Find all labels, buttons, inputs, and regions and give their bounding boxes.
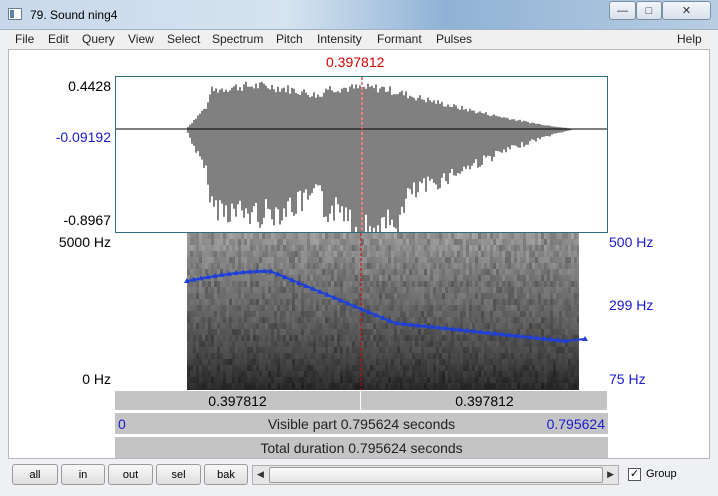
- waveform-graph: [116, 77, 607, 232]
- zoom-out-button[interactable]: out: [108, 464, 153, 485]
- menu-pulses[interactable]: Pulses: [436, 32, 472, 46]
- spectrogram-bottom-label: 0 Hz: [82, 371, 111, 387]
- minimize-button[interactable]: —: [609, 1, 636, 20]
- right-cursor-time[interactable]: 0.397812: [362, 391, 608, 410]
- maximize-icon: □: [645, 4, 653, 17]
- waveform-trace: [187, 81, 577, 232]
- pitch-mid-label: 299 Hz: [609, 297, 654, 313]
- menu-file[interactable]: File: [15, 32, 34, 46]
- spectrogram-top-label: 5000 Hz: [58, 234, 111, 250]
- waveform-min-label: -0.8967: [63, 212, 111, 228]
- window-title: 79. Sound ning4: [30, 8, 118, 22]
- menu-pitch[interactable]: Pitch: [276, 32, 303, 46]
- waveform-max-label: 0.4428: [68, 78, 111, 94]
- waveform-panel[interactable]: [115, 76, 608, 233]
- menu-spectrum[interactable]: Spectrum: [212, 32, 263, 46]
- close-icon: ✕: [681, 5, 692, 17]
- visible-part-row[interactable]: 0 Visible part 0.795624 seconds 0.795624: [115, 412, 608, 434]
- menu-help[interactable]: Help: [677, 32, 702, 46]
- waveform-value-label: -0.09192: [55, 129, 111, 145]
- zoom-all-button[interactable]: all: [12, 464, 58, 485]
- spectrogram-silence-right: [579, 233, 608, 390]
- menu-query[interactable]: Query: [82, 32, 115, 46]
- zoom-back-button[interactable]: bak: [204, 464, 248, 485]
- zoom-in-button[interactable]: in: [61, 464, 105, 485]
- menu-intensity[interactable]: Intensity: [317, 32, 362, 46]
- scroll-left-icon[interactable]: ◀: [257, 469, 264, 480]
- visible-part-label: Visible part 0.795624 seconds: [267, 416, 456, 432]
- zoom-selection-button[interactable]: sel: [156, 464, 201, 485]
- scroll-right-icon[interactable]: ▶: [607, 469, 614, 480]
- menu-edit[interactable]: Edit: [48, 32, 69, 46]
- pitch-top-label: 500 Hz: [609, 234, 654, 250]
- cursor-time-label: 0.397812: [326, 54, 385, 70]
- check-icon: ✓: [629, 468, 640, 480]
- bottom-toolbar: all in out sel bak ◀ ▶ ✓ Group: [8, 460, 710, 488]
- spectrogram-graph: [115, 233, 608, 390]
- pitch-bottom-label: 75 Hz: [609, 371, 646, 387]
- maximize-button[interactable]: □: [636, 1, 662, 20]
- spectrogram-fade: [115, 233, 608, 390]
- menu-bar: File Edit Query View Select Spectrum Pit…: [8, 30, 710, 48]
- group-checkbox[interactable]: ✓: [628, 468, 641, 481]
- horizontal-scrollbar[interactable]: ◀ ▶: [252, 465, 619, 485]
- menu-formant[interactable]: Formant: [377, 32, 422, 46]
- praat-window-icon: [8, 8, 22, 20]
- spectrogram-silence-left: [115, 233, 187, 390]
- sound-editor-canvas[interactable]: 0.397812 0.4428 -0.09192 -0.8967 5000 Hz…: [8, 49, 710, 459]
- close-button[interactable]: ✕: [662, 1, 711, 20]
- visible-end-time: 0.795624: [546, 416, 605, 432]
- menu-select[interactable]: Select: [167, 32, 200, 46]
- minimize-icon: —: [617, 4, 628, 17]
- group-label: Group: [646, 468, 677, 480]
- cursor-time-row: 0.397812 0.397812: [115, 390, 608, 410]
- title-bar: 79. Sound ning4 — □ ✕: [0, 0, 718, 30]
- total-duration-row[interactable]: Total duration 0.795624 seconds: [115, 436, 608, 458]
- total-duration-label: Total duration 0.795624 seconds: [260, 440, 463, 456]
- menu-view[interactable]: View: [128, 32, 154, 46]
- spectrogram-panel[interactable]: [115, 233, 608, 390]
- scrollbar-thumb[interactable]: [269, 467, 603, 483]
- left-cursor-time[interactable]: 0.397812: [115, 391, 361, 410]
